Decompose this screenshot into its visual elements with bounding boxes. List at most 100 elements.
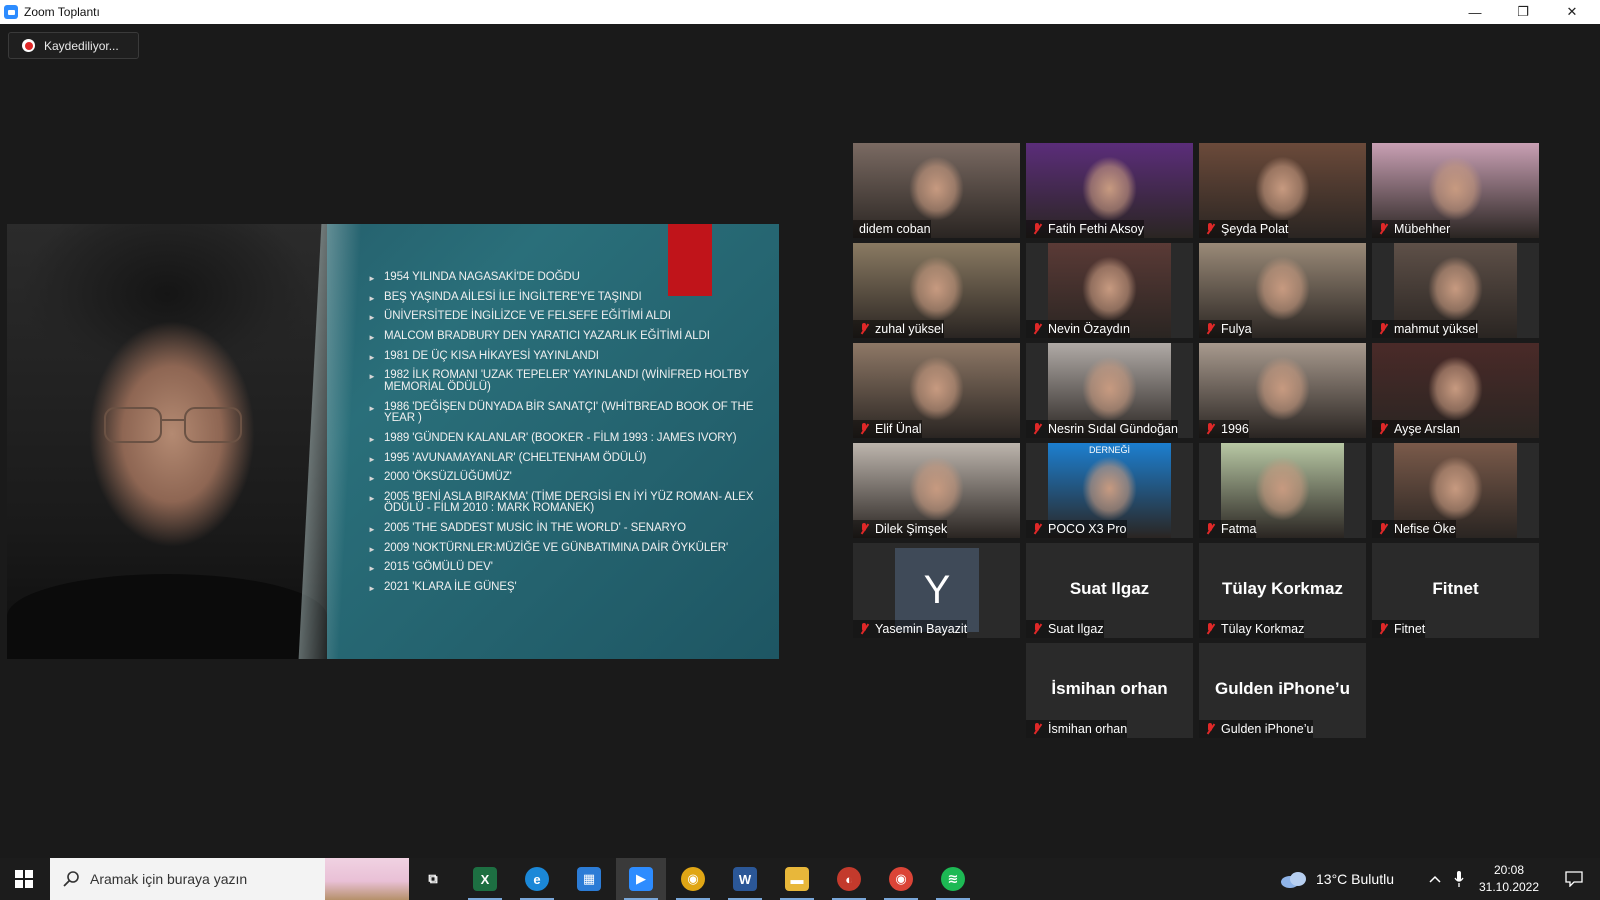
bullet-arrow-icon: ►: [368, 564, 376, 574]
participant-tile[interactable]: Suat Ilgaz Suat Ilgaz: [1026, 543, 1193, 638]
participant-name-label: İsmihan orhan: [1026, 720, 1128, 738]
taskbar-spotify-button[interactable]: ≋: [928, 858, 978, 900]
taskbar-recorder-button[interactable]: ◐: [824, 858, 874, 900]
window-title: Zoom Toplantı: [24, 5, 100, 19]
slide-bullet-text: 2005 'BENİ ASLA BIRAKMA' (TİME DERGİSİ E…: [384, 490, 754, 515]
taskbar-search-box[interactable]: Aramak için buraya yazın: [50, 858, 409, 900]
bullet-arrow-icon: ►: [368, 493, 376, 503]
participant-tile[interactable]: Y Yasemin Bayazit: [853, 543, 1020, 638]
participant-tile[interactable]: Şeyda Polat: [1199, 143, 1366, 238]
participant-tile[interactable]: Mübehher: [1372, 143, 1539, 238]
muted-mic-icon: [1032, 723, 1042, 735]
taskbar-word-button[interactable]: W: [720, 858, 770, 900]
participant-name-text: 1996: [1221, 422, 1249, 436]
muted-mic-icon: [1378, 623, 1388, 635]
recorder-icon: ◐: [837, 867, 861, 891]
bullet-arrow-icon: ►: [368, 313, 376, 323]
bullet-arrow-icon: ►: [368, 403, 376, 413]
participant-tile[interactable]: Nefise Öke: [1372, 443, 1539, 538]
participant-tile[interactable]: Ayşe Arslan: [1372, 343, 1539, 438]
taskbar-file-explorer-button[interactable]: ▬: [772, 858, 822, 900]
slide-bullet-text: BEŞ YAŞINDA AİLESİ İLE İNGİLTERE'YE TAŞI…: [384, 290, 642, 303]
participant-tile[interactable]: Nesrin Sıdal Gündoğan: [1026, 343, 1193, 438]
participant-tile[interactable]: Fatih Fethi Aksoy: [1026, 143, 1193, 238]
slide-bullet-text: 1954 YILINDA NAGASAKİ'DE DOĞDU: [384, 271, 580, 283]
close-button[interactable]: ✕: [1549, 0, 1595, 24]
participant-tile[interactable]: Elif Ünal: [853, 343, 1020, 438]
muted-mic-icon: [1032, 323, 1042, 335]
participant-tile[interactable]: Fitnet Fitnet: [1372, 543, 1539, 638]
windows-logo-icon: [15, 870, 33, 888]
taskbar-chrome-profile-button[interactable]: ◉: [876, 858, 926, 900]
slide-bullet-item: ► 1981 DE ÜÇ KISA HİKAYESİ YAYINLANDI: [362, 349, 757, 363]
participant-tile[interactable]: didem coban: [853, 143, 1020, 238]
slide-bullet-item: ► BEŞ YAŞINDA AİLESİ İLE İNGİLTERE'YE TAŞ…: [362, 290, 757, 304]
participant-name-text: Mübehher: [1394, 222, 1451, 236]
minimize-button[interactable]: —: [1452, 0, 1498, 24]
participant-tile[interactable]: zuhal yüksel: [853, 243, 1020, 338]
participant-name-text: Ayşe Arslan: [1394, 422, 1460, 436]
tray-overflow-chevron-icon[interactable]: [1424, 858, 1446, 900]
taskbar-excel-button[interactable]: X: [460, 858, 510, 900]
participant-tile[interactable]: Fulya: [1199, 243, 1366, 338]
taskbar-microsoft-store-button[interactable]: ▦: [564, 858, 614, 900]
recording-indicator[interactable]: Kaydediliyor...: [8, 32, 139, 59]
participant-name-label: Yasemin Bayazit: [853, 620, 968, 638]
participant-display-name: Fitnet: [1432, 579, 1479, 598]
notification-center-icon[interactable]: [1556, 858, 1592, 900]
participant-name-label: Fatma: [1199, 520, 1257, 538]
participant-tile[interactable]: mahmut yüksel: [1372, 243, 1539, 338]
author-portrait-image: [7, 224, 327, 659]
participant-name-text: Nefise Öke: [1394, 522, 1456, 536]
participant-tile[interactable]: İsmihan orhan İsmihan orhan: [1026, 643, 1193, 738]
zoom-icon: ▶: [629, 867, 653, 891]
file-explorer-icon: ▬: [785, 867, 809, 891]
taskbar-chrome-button[interactable]: ◉: [668, 858, 718, 900]
slide-bullet-item: ► 1986 'DEĞİŞEN DÜNYADA BİR SANATÇI' (WHİ…: [362, 401, 757, 425]
participant-tile[interactable]: 1996: [1199, 343, 1366, 438]
weather-widget[interactable]: 13°C Bulutlu: [1280, 858, 1394, 900]
search-icon: [63, 871, 79, 887]
participant-name-text: Şeyda Polat: [1221, 222, 1289, 236]
clock-time: 20:08: [1493, 863, 1525, 877]
muted-mic-icon: [859, 323, 869, 335]
video-caption-text: DERNEĞİ: [1088, 445, 1130, 455]
participant-name-label: Ayşe Arslan: [1372, 420, 1460, 438]
participant-display-name: Suat Ilgaz: [1069, 579, 1150, 598]
slide-bullet-text: 2021 'KLARA İLE GÜNEŞ': [384, 581, 517, 594]
taskbar-zoom-button[interactable]: ▶: [616, 858, 666, 900]
participant-tile[interactable]: DERNEĞİ POCO X3 Pro: [1026, 443, 1193, 538]
participant-tile[interactable]: Tülay Korkmaz Tülay Korkmaz: [1199, 543, 1366, 638]
participant-tile[interactable]: Gulden iPhone’u Gulden iPhone’u: [1199, 643, 1366, 738]
maximize-button[interactable]: ❐: [1500, 0, 1546, 24]
slide-bullet-item: ► 1954 YILINDA NAGASAKİ'DE DOĞDU: [362, 271, 757, 284]
bullet-arrow-icon: ►: [368, 544, 376, 554]
slide-bullet-text: 1981 DE ÜÇ KISA HİKAYESİ YAYINLANDI: [384, 349, 599, 362]
participant-name-label: Suat Ilgaz: [1026, 620, 1104, 638]
taskbar-clock[interactable]: 20:08 31.10.2022: [1466, 862, 1552, 896]
slide-bullet-item: ► 1982 İLK ROMANI 'UZAK TEPELER' YAYINLAN…: [362, 370, 757, 393]
participant-tile[interactable]: Fatma: [1199, 443, 1366, 538]
windows-taskbar: Aramak için buraya yazın ⧉ Xe ▦ ▶ ◉ W ▬ ◐ ◉ ≋ 13°…: [0, 858, 1600, 900]
edge-icon: e: [525, 867, 549, 891]
start-button[interactable]: [0, 858, 48, 900]
participant-name-label: Dilek Şimşek: [853, 520, 948, 538]
participant-name-label: Mübehher: [1372, 220, 1451, 238]
muted-mic-icon: [1205, 623, 1215, 635]
participant-name-text: Fulya: [1221, 322, 1252, 336]
bullet-arrow-icon: ►: [368, 454, 376, 464]
participant-tile[interactable]: Dilek Şimşek: [853, 443, 1020, 538]
participant-name-text: mahmut yüksel: [1394, 322, 1479, 336]
participant-tile[interactable]: Nevin Özaydın: [1026, 243, 1193, 338]
participant-display-name: Gulden iPhone’u: [1214, 679, 1351, 698]
muted-mic-icon: [859, 623, 869, 635]
slide-bullet-text: 2000 'ÖKSÜZLÜĞÜMÜZ': [384, 471, 512, 484]
title-bar: Zoom Toplantı — ❐ ✕: [0, 0, 1600, 24]
participant-name-label: Gulden iPhone’u: [1199, 720, 1314, 738]
bullet-arrow-icon: ►: [368, 372, 376, 382]
search-placeholder: Aramak için buraya yazın: [90, 871, 248, 887]
participant-name-label: Elif Ünal: [853, 420, 922, 438]
muted-mic-icon: [1378, 523, 1388, 535]
taskbar-edge-button[interactable]: e: [512, 858, 562, 900]
taskbar-task-view-button[interactable]: ⧉: [408, 858, 458, 900]
